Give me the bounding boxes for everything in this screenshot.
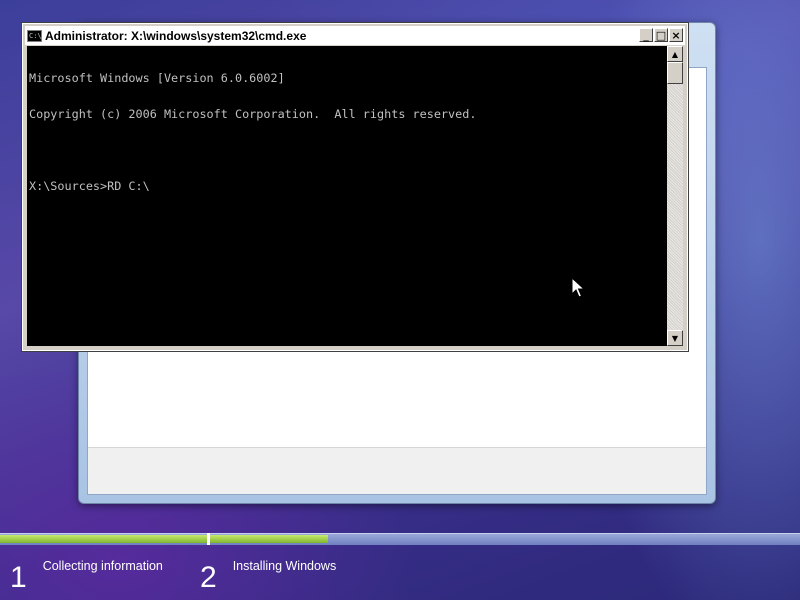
step-number: 2	[200, 561, 217, 594]
setup-footer	[88, 447, 706, 494]
close-button[interactable]: ×	[669, 28, 683, 42]
setup-step-2: 2 Installing Windows	[200, 557, 336, 593]
vertical-scrollbar[interactable]: ▲ ▼	[667, 46, 683, 346]
console-prompt-line[interactable]: X:\Sources>RD C:\	[29, 180, 667, 192]
progress-fill-step-1	[0, 535, 207, 543]
progress-track-step-2	[210, 533, 800, 545]
step-label: Installing Windows	[232, 559, 337, 573]
cmd-titlebar[interactable]: C:\ Administrator: X:\windows\system32\c…	[25, 26, 685, 45]
progress-track-step-1	[0, 533, 207, 545]
console-line: Microsoft Windows [Version 6.0.6002]	[29, 71, 285, 85]
scroll-up-button[interactable]: ▲	[667, 46, 683, 62]
maximize-button[interactable]: □	[654, 28, 668, 42]
step-number: 1	[10, 561, 27, 594]
scroll-thumb[interactable]	[667, 62, 683, 84]
minimize-button[interactable]: _	[639, 28, 653, 42]
cmd-window[interactable]: C:\ Administrator: X:\windows\system32\c…	[21, 22, 689, 352]
window-title: Administrator: X:\windows\system32\cmd.e…	[45, 28, 307, 43]
progress-fill-step-2	[210, 535, 328, 543]
setup-step-1: 1 Collecting information	[10, 557, 163, 593]
cmd-app-icon[interactable]: C:\	[27, 29, 42, 42]
console-line: Copyright (c) 2006 Microsoft Corporation…	[29, 107, 477, 121]
mouse-pointer-icon	[571, 277, 585, 298]
setup-progress-bar	[0, 533, 800, 545]
scroll-down-button[interactable]: ▼	[667, 330, 683, 346]
window-controls: _ □ ×	[639, 28, 683, 42]
console-output[interactable]: Microsoft Windows [Version 6.0.6002] Cop…	[27, 46, 667, 346]
step-label: Collecting information	[42, 559, 163, 573]
